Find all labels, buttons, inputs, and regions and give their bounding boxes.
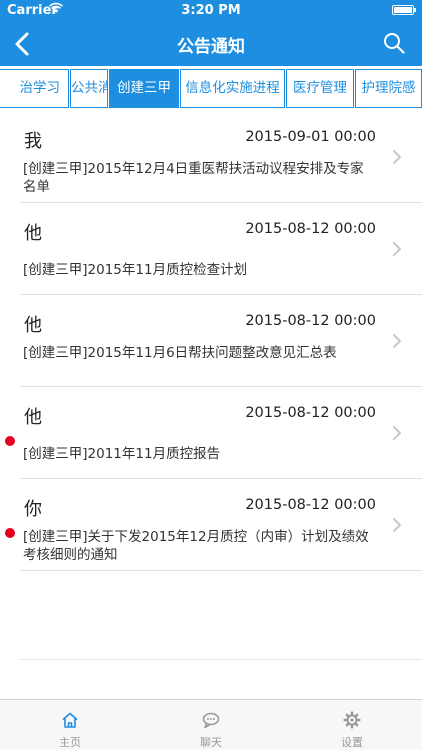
chat-icon (202, 712, 220, 729)
notice-date: 2015-08-12 00:00 (245, 497, 376, 513)
bottom-tab-bar: 主页 聊天 设置 (0, 699, 422, 750)
tab-1[interactable]: 公共消息 (70, 69, 108, 108)
notice-date: 2015-08-12 00:00 (245, 313, 376, 329)
notice-row[interactable]: 他 2015-08-12 00:00 [创建三甲]2015年11月质控检查计划 (20, 203, 422, 295)
tab-3[interactable]: 信息化实施进程 (180, 69, 285, 108)
chevron-right-icon (393, 150, 401, 164)
tab-bar-settings-label: 设置 (341, 736, 363, 749)
tab-bar-home-label: 主页 (59, 736, 81, 749)
page-title: 公告通知 (177, 37, 245, 57)
navigation-bar: 公告通知 (0, 22, 422, 66)
tab-5[interactable]: 护理院感 (355, 69, 422, 108)
notice-subject: [创建三甲]关于下发2015年12月质控（内审）计划及绩效考核细则的通知 (23, 529, 369, 563)
notice-date: 2015-08-12 00:00 (245, 405, 376, 421)
notice-date: 2015-09-01 00:00 (245, 129, 376, 145)
tab-bar-home[interactable]: 主页 (0, 700, 140, 750)
status-bar: Carrier 3:20 PM (0, 0, 422, 22)
notice-subject: [创建三甲]2011年11月质控报告 (23, 446, 221, 462)
battery-icon (392, 5, 416, 15)
notice-row[interactable]: 你 2015-08-12 00:00 [创建三甲]关于下发2015年12月质控（内审… (5, 479, 422, 571)
tab-bar-chat-label: 聊天 (200, 736, 222, 749)
tab-bar-chat[interactable]: 聊天 (141, 700, 281, 750)
notice-sender: 你 (24, 499, 42, 520)
status-time: 3:20 PM (181, 3, 241, 18)
battery-level (394, 7, 412, 13)
notice-subject: [创建三甲]2015年12月4日重医帮扶活动议程安排及专家名单 (23, 161, 364, 195)
notice-sender: 我 (24, 131, 42, 152)
top-bar: Carrier 3:20 PM 公告通知 (0, 0, 422, 66)
unread-dot (5, 528, 15, 538)
notice-sender: 他 (24, 223, 42, 244)
tab-bar-settings[interactable]: 设置 (282, 700, 422, 750)
notice-subject: [创建三甲]2015年11月6日帮扶问题整改意见汇总表 (23, 345, 337, 361)
list-end-divider (20, 659, 422, 660)
notice-row[interactable]: 我 2015-09-01 00:00 [创建三甲]2015年12月4日重医帮扶活动议… (20, 111, 422, 203)
tab-2[interactable]: 创建三甲 (109, 69, 179, 108)
chevron-right-icon (393, 518, 401, 532)
notice-sender: 他 (24, 407, 42, 428)
category-tabs: 治学习公共消息创建三甲信息化实施进程医疗管理护理院感 (0, 66, 422, 111)
gear-icon (343, 711, 361, 729)
chevron-right-icon (393, 334, 401, 348)
chevron-right-icon (393, 242, 401, 256)
notice-sender: 他 (24, 315, 42, 336)
unread-dot (5, 436, 15, 446)
notice-row[interactable]: 他 2015-08-12 00:00 [创建三甲]2011年11月质控报告 (5, 387, 422, 479)
home-icon (62, 712, 78, 728)
chevron-right-icon (393, 426, 401, 440)
search-icon[interactable] (382, 31, 406, 55)
notice-list: 我 2015-09-01 00:00 [创建三甲]2015年12月4日重医帮扶活动议… (0, 111, 422, 571)
notice-subject: [创建三甲]2015年11月质控检查计划 (23, 262, 248, 278)
notice-row[interactable]: 他 2015-08-12 00:00 [创建三甲]2015年11月6日帮扶问题整改意… (20, 295, 422, 387)
notice-date: 2015-08-12 00:00 (245, 221, 376, 237)
tab-4[interactable]: 医疗管理 (286, 69, 354, 108)
tab-0[interactable]: 治学习 (0, 69, 69, 108)
